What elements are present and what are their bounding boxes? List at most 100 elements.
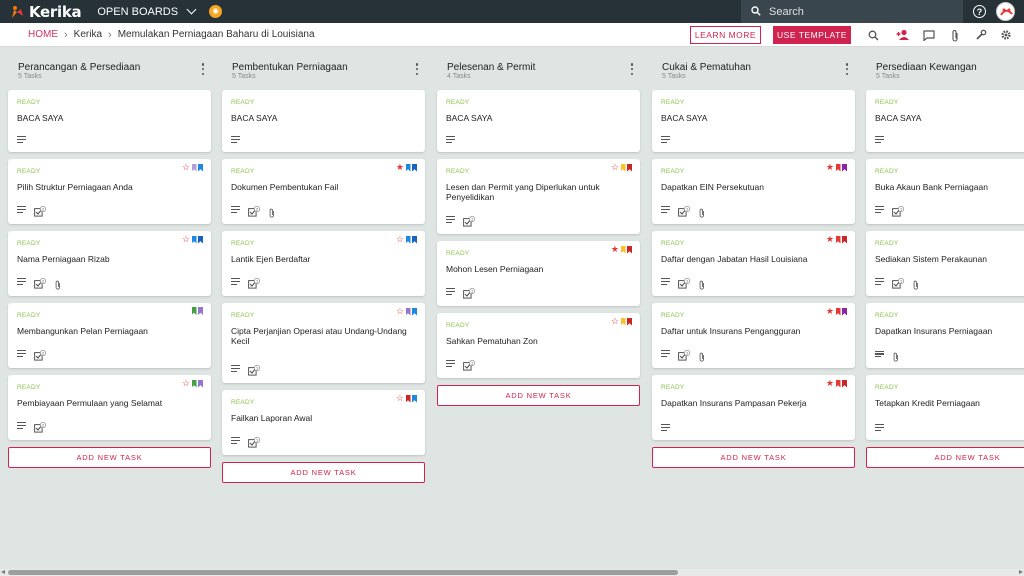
task-card[interactable]: READY Dapatkan EIN Persekutuan ★ 1 — [652, 159, 855, 224]
tag-flag-icon[interactable] — [198, 307, 203, 315]
tag-flag-icon[interactable] — [627, 317, 632, 326]
more-vertical-icon[interactable] — [845, 63, 849, 75]
task-card[interactable]: READY Cipta Perjanjian Operasi atau Undan… — [222, 303, 425, 383]
star-filled-icon[interactable]: ★ — [826, 163, 834, 172]
task-card[interactable]: READY Lantik Ejen Berdaftar ☆ 1 — [222, 231, 425, 296]
task-title[interactable]: BACA SAYA — [231, 113, 417, 123]
task-title[interactable]: BACA SAYA — [17, 113, 203, 123]
task-title[interactable]: Lesen dan Permit yang Diperlukan untuk P… — [446, 182, 632, 202]
star-outline-icon[interactable]: ☆ — [396, 394, 404, 403]
star-filled-icon[interactable]: ★ — [826, 235, 834, 244]
help-icon[interactable]: ? — [973, 5, 986, 18]
search-icon[interactable] — [866, 28, 880, 42]
star-filled-icon[interactable]: ★ — [826, 379, 834, 388]
tag-flag-icon[interactable] — [835, 163, 841, 172]
task-title[interactable]: Sahkan Pematuhan Zon — [446, 336, 632, 346]
kerika-logo[interactable]: Kerika — [10, 3, 82, 21]
task-card[interactable]: READY Membangunkan Pelan Perniagaan 2 — [8, 303, 211, 368]
tag-flag-icon[interactable] — [627, 245, 632, 254]
open-boards-menu[interactable]: OPEN BOARDS — [97, 4, 197, 18]
task-title[interactable]: Mohon Lesen Perniagaan — [446, 264, 632, 274]
tag-flag-icon[interactable] — [620, 317, 626, 326]
star-outline-icon[interactable]: ☆ — [396, 307, 404, 316]
tag-flag-icon[interactable] — [191, 307, 197, 315]
task-title[interactable]: Membangunkan Pelan Perniagaan — [17, 326, 203, 336]
learn-more-button[interactable]: LEARN MORE — [690, 26, 761, 44]
add-new-task-button[interactable]: ADD NEW TASK — [222, 462, 425, 483]
task-card[interactable]: READY BACA SAYA — [222, 90, 425, 152]
scrollbar-thumb[interactable] — [8, 570, 678, 575]
task-card[interactable]: READY BACA SAYA — [652, 90, 855, 152]
task-title[interactable]: Buka Akaun Bank Perniagaan — [875, 182, 1024, 192]
wrench-icon[interactable] — [974, 28, 988, 42]
tag-flag-icon[interactable] — [191, 379, 197, 388]
star-outline-icon[interactable]: ☆ — [396, 235, 404, 244]
task-card[interactable]: READY Lesen dan Permit yang Diperlukan un… — [437, 159, 640, 234]
task-card[interactable]: READY Dapatkan Insurans Perniagaan — [866, 303, 1024, 368]
breadcrumb-home[interactable]: HOME — [28, 29, 58, 40]
star-filled-icon[interactable]: ★ — [826, 307, 834, 316]
task-card[interactable]: READY BACA SAYA — [437, 90, 640, 152]
task-card[interactable]: READY Mohon Lesen Perniagaan ★ 1 — [437, 241, 640, 306]
task-card[interactable]: READY Dapatkan Insurans Pampasan Pekerja ★ — [652, 375, 855, 440]
add-new-task-button[interactable]: ADD NEW TASK — [866, 447, 1024, 468]
tag-flag-icon[interactable] — [835, 379, 841, 388]
task-title[interactable]: Cipta Perjanjian Operasi atau Undang-Und… — [231, 326, 417, 346]
tag-flag-icon[interactable] — [412, 163, 417, 172]
search-input[interactable]: Search — [741, 0, 963, 23]
tag-flag-icon[interactable] — [405, 394, 411, 403]
column-title[interactable]: Persediaan Kewangan — [876, 62, 977, 73]
avatar[interactable] — [996, 2, 1015, 21]
scroll-right-icon[interactable] — [1019, 570, 1023, 574]
task-card[interactable]: READY BACA SAYA — [8, 90, 211, 152]
tag-flag-icon[interactable] — [412, 307, 417, 316]
task-title[interactable]: Daftar untuk Insurans Pengangguran — [661, 326, 847, 336]
task-title[interactable]: Tetapkan Kredit Perniagaan — [875, 398, 1024, 408]
task-title[interactable]: Dapatkan Insurans Perniagaan — [875, 326, 1024, 336]
task-title[interactable]: Nama Perniagaan Rizab — [17, 254, 203, 264]
tag-flag-icon[interactable] — [198, 163, 203, 172]
tag-flag-icon[interactable] — [627, 163, 632, 172]
add-person-icon[interactable] — [896, 28, 910, 42]
tag-flag-icon[interactable] — [842, 379, 847, 388]
task-card[interactable]: READY Failkan Laporan Awal ☆ 1 — [222, 390, 425, 455]
breadcrumb-org[interactable]: Kerika — [74, 29, 102, 40]
task-title[interactable]: Pembiayaan Permulaan yang Selamat — [17, 398, 203, 408]
attachment-icon[interactable] — [948, 28, 962, 42]
star-filled-icon[interactable]: ★ — [396, 163, 404, 172]
tag-flag-icon[interactable] — [842, 163, 847, 172]
task-title[interactable]: Lantik Ejen Berdaftar — [231, 254, 417, 264]
tag-flag-icon[interactable] — [620, 245, 626, 254]
tag-flag-icon[interactable] — [191, 163, 197, 172]
task-card[interactable]: READY Daftar dengan Jabatan Hasil Louisia… — [652, 231, 855, 296]
task-card[interactable]: READY Buka Akaun Bank Perniagaan 1 — [866, 159, 1024, 224]
task-title[interactable]: Failkan Laporan Awal — [231, 413, 417, 423]
task-title[interactable]: BACA SAYA — [446, 113, 632, 123]
tag-flag-icon[interactable] — [198, 235, 203, 244]
column-title[interactable]: Cukai & Pematuhan — [662, 62, 751, 73]
task-title[interactable]: Daftar dengan Jabatan Hasil Louisiana — [661, 254, 847, 264]
gear-icon[interactable] — [999, 28, 1013, 42]
tag-flag-icon[interactable] — [405, 163, 411, 172]
tag-flag-icon[interactable] — [405, 307, 411, 316]
star-outline-icon[interactable]: ☆ — [182, 163, 190, 172]
task-card[interactable]: READY Nama Perniagaan Rizab ☆ 2 — [8, 231, 211, 296]
tag-flag-icon[interactable] — [842, 235, 847, 244]
task-card[interactable]: READY Pilih Struktur Perniagaan Anda ☆ 2 — [8, 159, 211, 224]
horizontal-scrollbar[interactable] — [0, 569, 1024, 576]
task-title[interactable]: Dapatkan Insurans Pampasan Pekerja — [661, 398, 847, 408]
tag-flag-icon[interactable] — [198, 379, 203, 388]
task-card[interactable]: READY Dokumen Pembentukan Fail ★ 2 — [222, 159, 425, 224]
task-title[interactable]: Dokumen Pembentukan Fail — [231, 182, 417, 192]
star-outline-icon[interactable]: ☆ — [182, 379, 190, 388]
task-title[interactable]: Sediakan Sistem Perakaunan — [875, 254, 1024, 264]
chat-icon[interactable] — [922, 28, 936, 42]
add-new-task-button[interactable]: ADD NEW TASK — [652, 447, 855, 468]
task-card[interactable]: READY Tetapkan Kredit Perniagaan — [866, 375, 1024, 440]
column-title[interactable]: Perancangan & Persediaan — [18, 62, 140, 73]
task-card[interactable]: READY Sahkan Pematuhan Zon ☆ 1 — [437, 313, 640, 378]
more-vertical-icon[interactable] — [201, 63, 205, 75]
task-card[interactable]: READY Pembiayaan Permulaan yang Selamat ☆ 2 — [8, 375, 211, 440]
star-filled-icon[interactable]: ★ — [611, 245, 619, 254]
more-vertical-icon[interactable] — [630, 63, 634, 75]
